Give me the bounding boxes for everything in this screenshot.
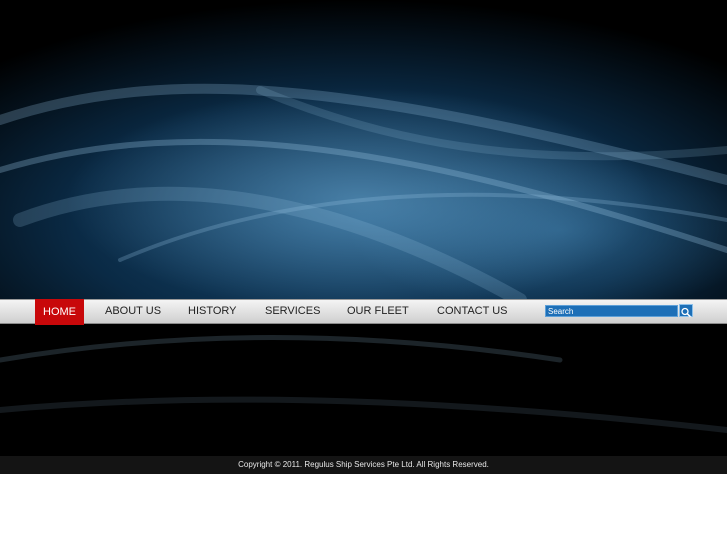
nav-history[interactable]: HISTORY [188, 300, 237, 323]
nav-home[interactable]: HOME [35, 299, 84, 325]
search-icon [681, 307, 692, 318]
search-button[interactable] [679, 304, 693, 318]
hero-stage: HOME ABOUT US HISTORY SERVICES OUR FLEET… [0, 0, 727, 474]
search-input[interactable] [545, 305, 678, 317]
nav-our-fleet[interactable]: OUR FLEET [347, 300, 409, 323]
nav-contact-us[interactable]: CONTACT US [437, 300, 508, 323]
main-navigation: HOME ABOUT US HISTORY SERVICES OUR FLEET… [0, 299, 727, 325]
swirl-artwork [0, 83, 727, 433]
copyright-text: Copyright © 2011. Regulus Ship Services … [238, 460, 489, 469]
footer: Copyright © 2011. Regulus Ship Services … [0, 456, 727, 474]
nav-about-us[interactable]: ABOUT US [105, 300, 161, 323]
nav-services[interactable]: SERVICES [265, 300, 320, 323]
